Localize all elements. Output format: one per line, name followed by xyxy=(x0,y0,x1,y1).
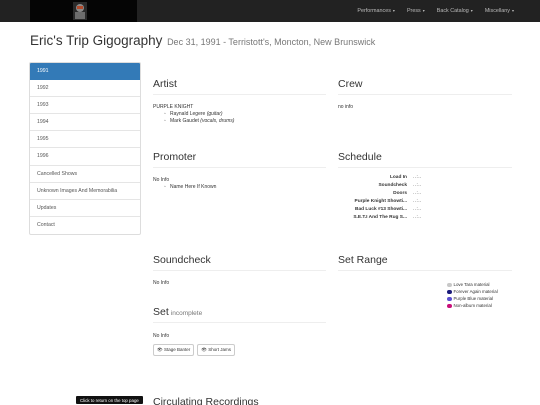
set-heading-text: Set xyxy=(153,306,169,318)
member-instrument: (vocals, drums) xyxy=(200,118,235,124)
sidebar-item-cancelled-shows[interactable]: Cancelled Shows xyxy=(30,166,140,183)
schedule-time: ..:.. xyxy=(413,183,422,188)
sidebar-item-1993[interactable]: 1993 xyxy=(30,97,140,115)
nav-press[interactable]: Press ▾ xyxy=(401,0,431,22)
schedule-row: Doors..:.. xyxy=(338,190,512,198)
schedule-label: S.E.T.I And The Rug S... xyxy=(353,215,407,220)
set-section: Set incomplete No Info 👁 Stage Banter 👁 S… xyxy=(153,306,326,356)
eye-icon: 👁 xyxy=(201,347,207,352)
set-range-section: Set Range Love Tara material Forever Aga… xyxy=(338,254,512,308)
schedule-label: Doors xyxy=(393,191,407,196)
short-jams-button[interactable]: 👁 Short Jams xyxy=(197,344,236,356)
legend-label: Purple Blue material xyxy=(453,296,494,301)
member-instrument: (guitar) xyxy=(206,111,223,117)
legend-dot-icon xyxy=(447,303,452,308)
soundcheck-heading: Soundcheck xyxy=(153,254,326,271)
soundcheck-info: No Info xyxy=(153,280,170,286)
legend-dot-icon xyxy=(447,282,452,287)
schedule-row: Bad Luck #13 Showti.....:.. xyxy=(338,206,512,214)
artist-heading: Artist xyxy=(153,78,326,95)
promoter-section: Promoter No Info Name Here If Known xyxy=(153,151,326,191)
schedule-row: S.E.T.I And The Rug S.....:.. xyxy=(338,214,512,222)
set-heading: Set incomplete xyxy=(153,306,326,323)
schedule-time: ..:.. xyxy=(413,175,422,180)
artist-body: PURPLE KNIGHT Raynald Legere (guitar) Ma… xyxy=(153,104,326,125)
schedule-label: Soundcheck xyxy=(378,183,407,188)
brand-area[interactable] xyxy=(30,0,137,22)
set-range-heading: Set Range xyxy=(338,254,512,271)
schedule-row: Load In..:.. xyxy=(338,174,512,182)
promoter-heading: Promoter xyxy=(153,151,326,168)
top-navbar: Performances ▾ Press ▾ Back Catalog ▾ Misce… xyxy=(0,0,540,22)
schedule-heading: Schedule xyxy=(338,151,512,168)
sidebar-item-unknown-images[interactable]: Unknown Images And Memorabilia xyxy=(30,183,140,200)
caret-down-icon: ▾ xyxy=(511,8,514,13)
band-logo-icon[interactable] xyxy=(70,0,90,22)
set-qualifier: incomplete xyxy=(170,310,203,317)
circulating-recordings-heading: Circulating Recordings xyxy=(153,396,259,405)
legend-label: Non-album material xyxy=(453,303,492,308)
sidebar-item-1992[interactable]: 1992 xyxy=(30,80,140,98)
legend-item: Forever Again material xyxy=(447,289,509,295)
artist-band-name: PURPLE KNIGHT xyxy=(153,104,194,110)
legend-label: Love Tara material xyxy=(453,282,490,287)
legend-dot-icon xyxy=(447,296,452,301)
nav-back-catalog[interactable]: Back Catalog ▾ xyxy=(431,0,479,22)
stage-banter-button[interactable]: 👁 Stage Banter xyxy=(153,344,195,356)
list-item: Mark Gaudet (vocals, drums) xyxy=(153,118,326,125)
caret-down-icon: ▾ xyxy=(422,8,425,13)
sidebar-item-1996[interactable]: 1996 xyxy=(30,148,140,166)
schedule-time: ..:.. xyxy=(413,191,422,196)
sidebar-item-1991[interactable]: 1991 xyxy=(30,63,140,81)
schedule-row: Soundcheck..:.. xyxy=(338,182,512,190)
sidebar-item-updates[interactable]: Updates xyxy=(30,200,140,217)
crew-section: Crew no info xyxy=(338,78,512,110)
legend-dot-icon xyxy=(447,289,452,294)
promoter-body: No Info Name Here If Known xyxy=(153,177,326,191)
eye-icon: 👁 xyxy=(157,347,163,352)
nav-miscellany[interactable]: Miscellany ▾ xyxy=(479,0,520,22)
schedule-time: ..:.. xyxy=(413,199,422,204)
promoter-list: Name Here If Known xyxy=(153,184,326,191)
year-sidebar: 1991 1992 1993 1994 1995 1996 Cancelled … xyxy=(29,62,141,235)
schedule-label: Bad Luck #13 Showti... xyxy=(355,207,407,212)
schedule-row: Purple Knight Showti.....:.. xyxy=(338,198,512,206)
caret-down-icon: ▾ xyxy=(470,8,473,13)
caret-down-icon: ▾ xyxy=(392,8,395,13)
sidebar-item-1994[interactable]: 1994 xyxy=(30,114,140,132)
promoter-info: No Info xyxy=(153,177,170,183)
set-info: No Info xyxy=(153,333,170,339)
soundcheck-section: Soundcheck No Info xyxy=(153,254,326,286)
stage-banter-label: Stage Banter xyxy=(163,347,191,352)
page-subtitle: Dec 31, 1991 - Terristott's, Moncton, Ne… xyxy=(167,37,376,47)
crew-heading: Crew xyxy=(338,78,512,95)
artist-section: Artist PURPLE KNIGHT Raynald Legere (gui… xyxy=(153,78,326,125)
list-item: Name Here If Known xyxy=(153,184,326,191)
set-range-legend: Love Tara material Forever Again materia… xyxy=(447,282,509,310)
page-title-main: Eric's Trip Gigography xyxy=(30,33,163,48)
nav-performances[interactable]: Performances ▾ xyxy=(351,0,401,22)
artist-member-list: Raynald Legere (guitar) Mark Gaudet (voc… xyxy=(153,111,326,125)
schedule-table: Load In..:.. Soundcheck..:.. Doors..:.. … xyxy=(338,174,512,222)
short-jams-label: Short Jams xyxy=(208,347,232,352)
schedule-section: Schedule Load In..:.. Soundcheck..:.. Do… xyxy=(338,151,512,222)
schedule-time: ..:.. xyxy=(413,215,422,220)
legend-label: Forever Again material xyxy=(453,289,498,294)
back-to-top-tooltip[interactable]: Click to return on the top page xyxy=(76,396,143,404)
nav-menu: Performances ▾ Press ▾ Back Catalog ▾ Misce… xyxy=(351,0,520,22)
sidebar-item-1995[interactable]: 1995 xyxy=(30,131,140,149)
schedule-time: ..:.. xyxy=(413,207,422,212)
crew-info: no info xyxy=(338,104,354,110)
legend-item: Non-album material xyxy=(447,303,509,309)
page-title: Eric's Trip Gigography Dec 31, 1991 - Te… xyxy=(30,33,375,48)
schedule-label: Load In xyxy=(389,175,407,180)
schedule-label: Purple Knight Showti... xyxy=(354,199,408,204)
legend-item: Purple Blue material xyxy=(447,296,509,302)
legend-item: Love Tara material xyxy=(447,282,509,288)
set-button-row: 👁 Stage Banter 👁 Short Jams xyxy=(153,344,326,356)
sidebar-item-contact[interactable]: Contact xyxy=(30,217,140,234)
list-item: Raynald Legere (guitar) xyxy=(153,111,326,118)
